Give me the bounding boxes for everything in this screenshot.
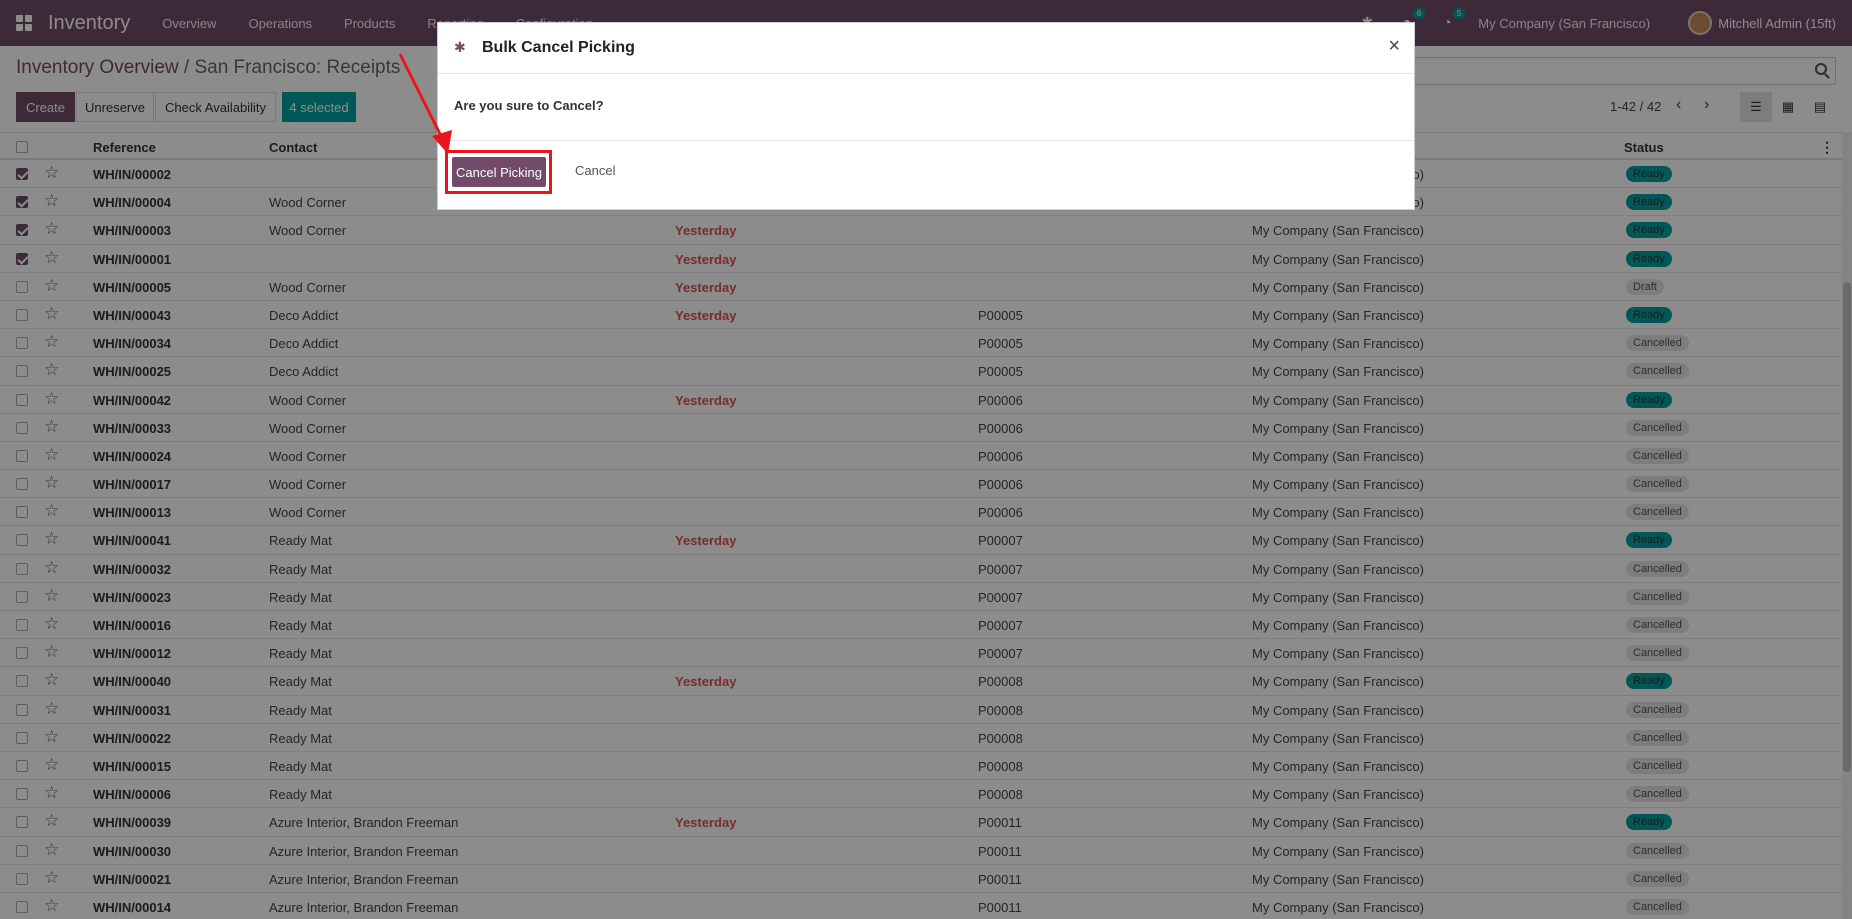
confirm-question: Are you sure to Cancel? xyxy=(454,98,604,113)
cancel-picking-button[interactable]: Cancel Picking xyxy=(452,157,546,187)
close-icon[interactable]: × xyxy=(1388,35,1400,58)
modal-body: Are you sure to Cancel? xyxy=(438,74,1414,141)
modal-title: Bulk Cancel Picking xyxy=(482,39,635,56)
cancel-button[interactable]: Cancel xyxy=(575,163,615,178)
modal-backdrop: ✱ Bulk Cancel Picking × Are you sure to … xyxy=(0,0,1852,919)
modal-footer: Cancel Picking Cancel xyxy=(438,141,1414,209)
annotation-arrow xyxy=(398,53,452,154)
arrow-line xyxy=(398,53,444,139)
modal-header: ✱ Bulk Cancel Picking × xyxy=(438,23,1414,74)
bulk-cancel-dialog: ✱ Bulk Cancel Picking × Are you sure to … xyxy=(437,22,1415,210)
arrow-head xyxy=(432,130,452,154)
